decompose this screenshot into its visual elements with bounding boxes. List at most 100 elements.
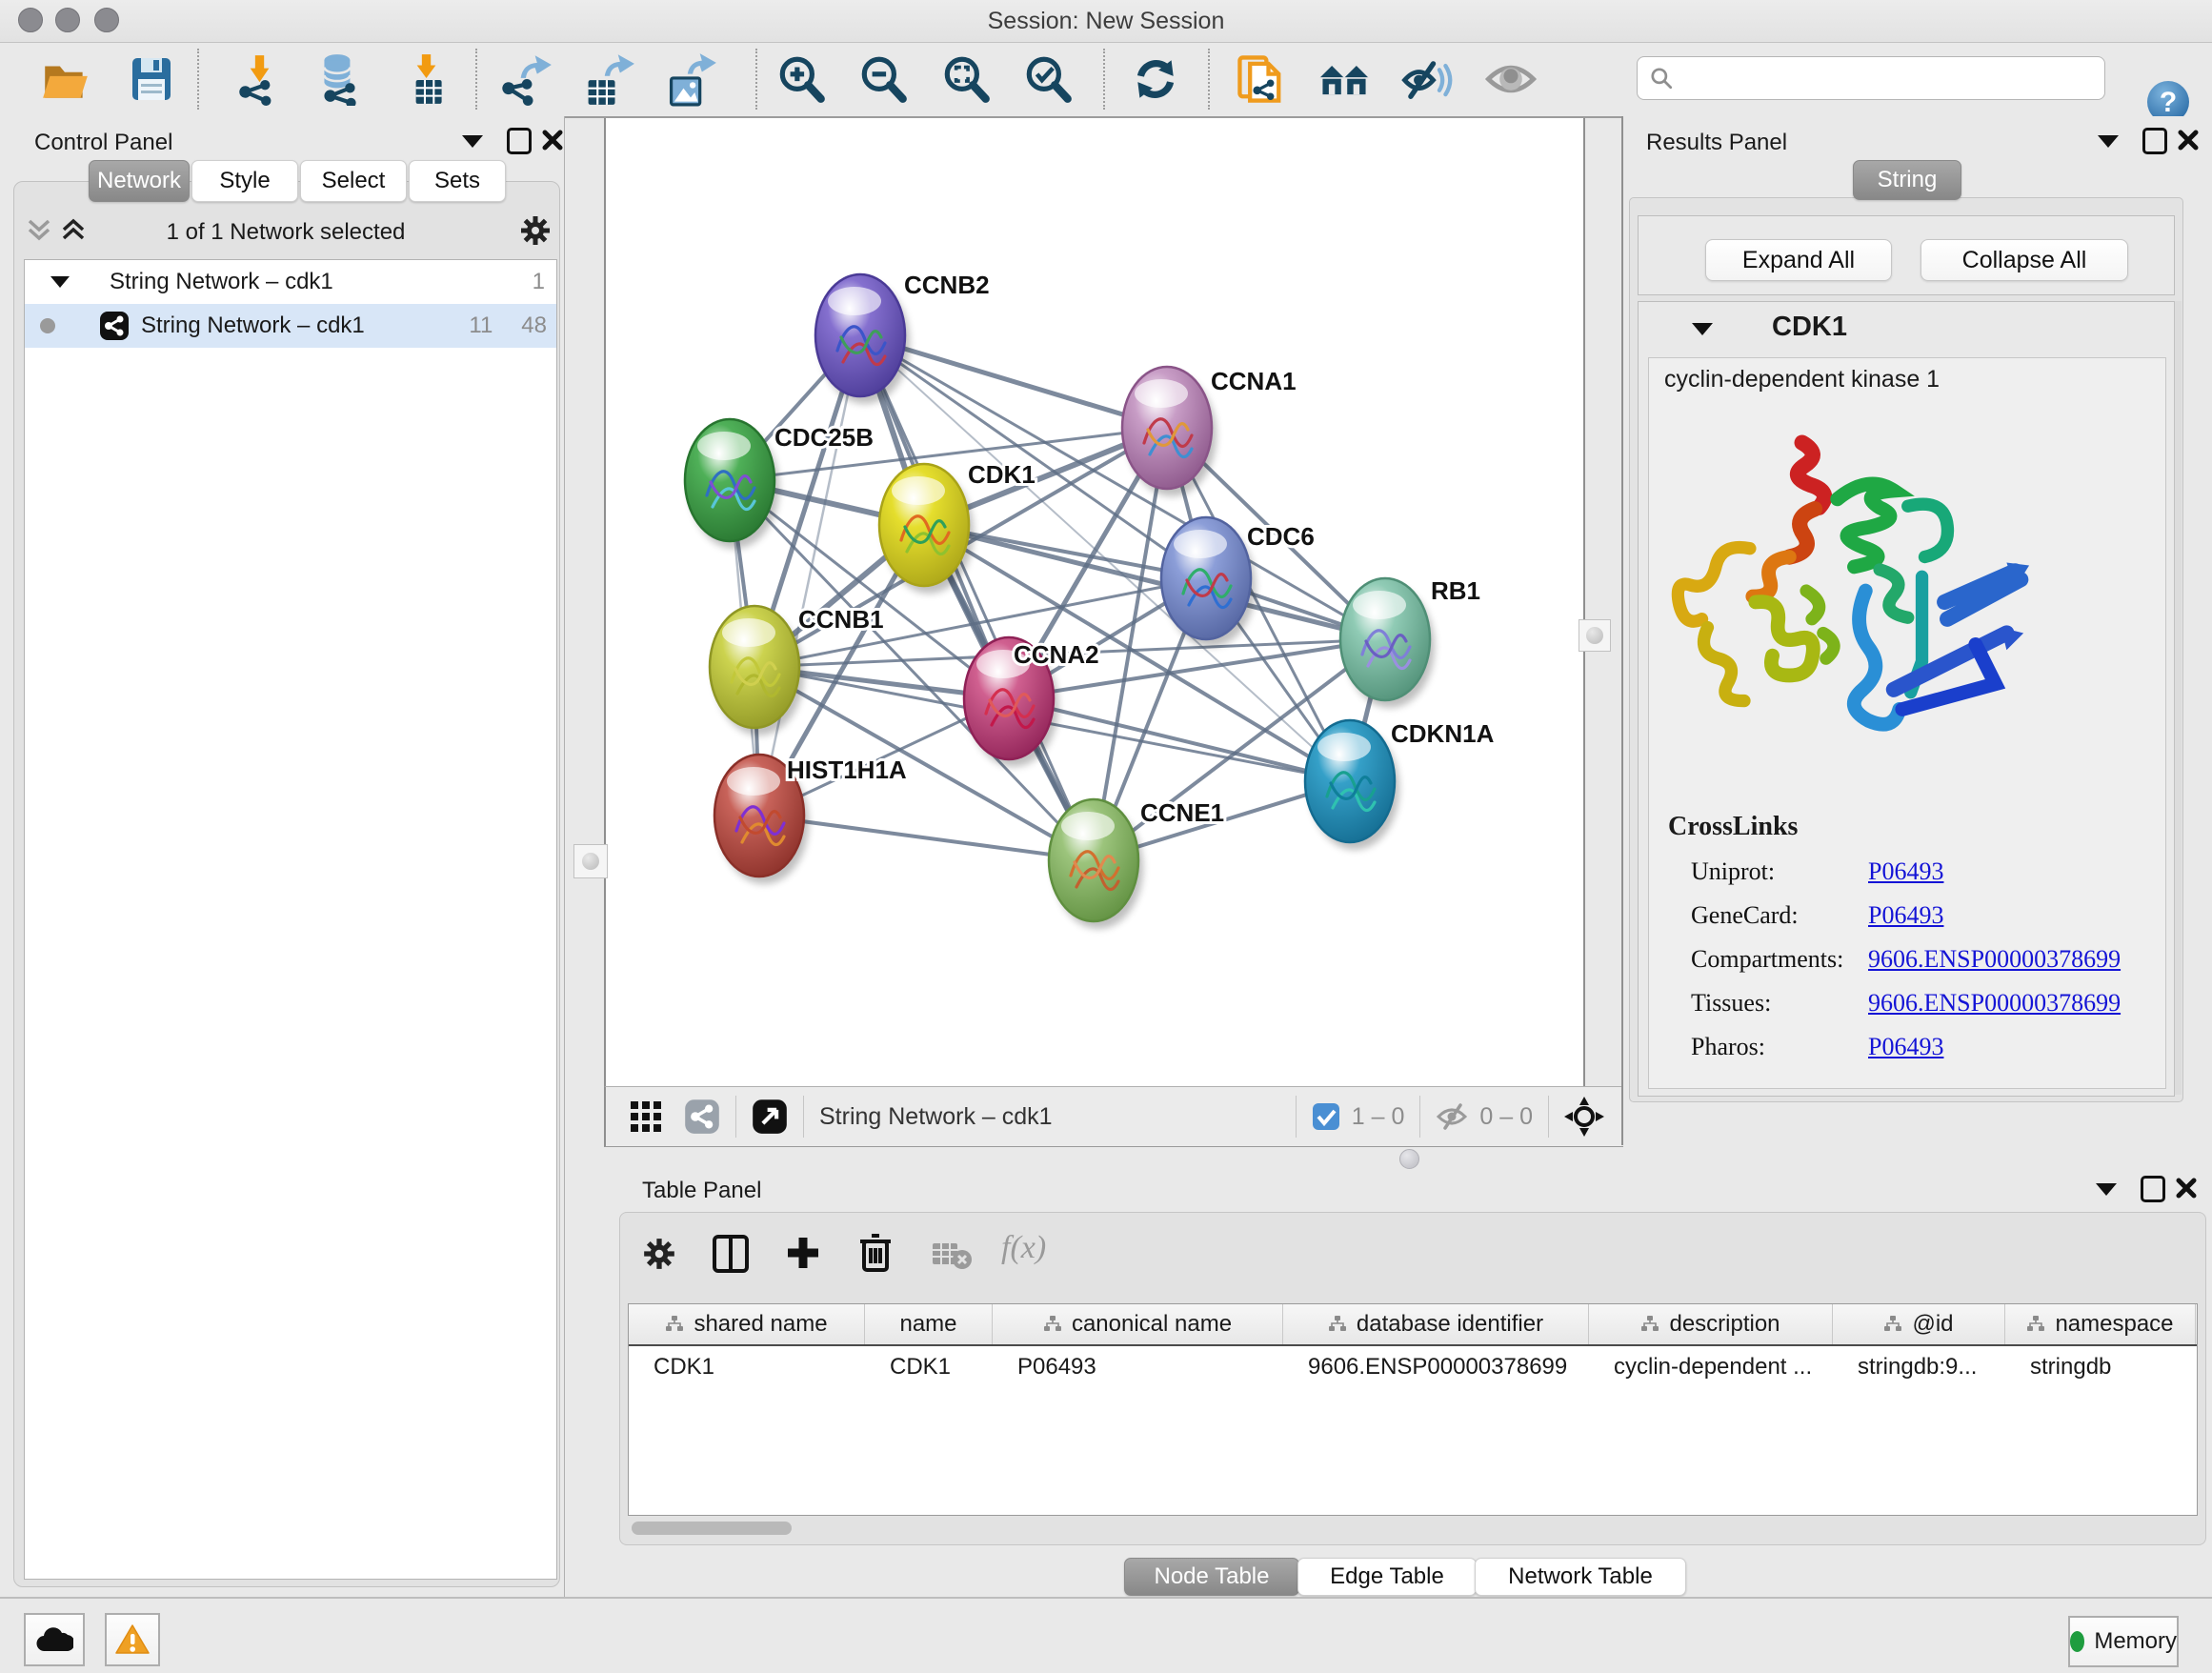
edge-HIST1H1A-CCNE1[interactable] xyxy=(759,816,1094,860)
table-row[interactable]: CDK1CDK1P064939606.ENSP00000378699cyclin… xyxy=(629,1346,2197,1388)
zoom-out-button[interactable] xyxy=(849,45,917,113)
results-panel-menu-icon[interactable] xyxy=(2098,135,2119,148)
hide-selected-button[interactable] xyxy=(1392,45,1460,113)
table-panel-close-icon[interactable] xyxy=(2175,1177,2198,1199)
table-cell[interactable]: CDK1 xyxy=(629,1346,865,1388)
crosslink-link[interactable]: P06493 xyxy=(1868,1033,1943,1061)
gene-collapse-icon[interactable] xyxy=(1692,323,1713,335)
toolbar-separator xyxy=(803,1096,804,1138)
control-panel-menu-icon[interactable] xyxy=(462,135,483,148)
table-cell[interactable]: cyclin-dependent ... xyxy=(1589,1346,1833,1388)
tab-sets[interactable]: Sets xyxy=(409,160,506,202)
node-CDK1[interactable] xyxy=(879,464,974,594)
import-network-file-button[interactable] xyxy=(225,45,293,113)
table-body: CDK1CDK1P064939606.ENSP00000378699cyclin… xyxy=(629,1346,2197,1388)
open-session-button[interactable] xyxy=(31,45,100,113)
tab-edge-table[interactable]: Edge Table xyxy=(1297,1558,1477,1596)
collection-count: 1 xyxy=(533,269,545,295)
column-type-icon xyxy=(665,1315,684,1334)
table-panel-menu-icon[interactable] xyxy=(2096,1183,2117,1196)
home-button[interactable] xyxy=(1310,45,1378,113)
expand-all-icon[interactable] xyxy=(61,215,86,244)
table-cell[interactable]: stringdb xyxy=(2005,1346,2196,1388)
column-header-name[interactable]: name xyxy=(865,1304,993,1344)
table-cell[interactable]: stringdb:9... xyxy=(1833,1346,2005,1388)
node-CCNE1[interactable] xyxy=(1049,799,1143,929)
column-header-database-identifier[interactable]: database identifier xyxy=(1283,1304,1589,1344)
node-CDKN1A[interactable] xyxy=(1305,720,1399,850)
clone-network-button[interactable] xyxy=(1227,45,1296,113)
export-network-button[interactable] xyxy=(492,45,560,113)
node-RB1[interactable] xyxy=(1340,578,1435,708)
network-row-selected[interactable]: String Network – cdk1 11 48 xyxy=(25,304,556,348)
crosslink-link[interactable]: 9606.ENSP00000378699 xyxy=(1868,989,2121,1018)
left-splitter-grip[interactable] xyxy=(573,844,608,878)
column-header--id[interactable]: @id xyxy=(1833,1304,2005,1344)
column-header-label: namespace xyxy=(2055,1311,2173,1338)
search-input[interactable] xyxy=(1637,56,2105,100)
control-panel-close-icon[interactable] xyxy=(541,129,564,151)
column-header-canonical-name[interactable]: canonical name xyxy=(993,1304,1283,1344)
tab-select[interactable]: Select xyxy=(300,160,407,202)
zoom-selected-button[interactable] xyxy=(1014,45,1082,113)
export-table-button[interactable] xyxy=(573,45,642,113)
zoom-in-button[interactable] xyxy=(767,45,835,113)
selected-checkbox-icon[interactable] xyxy=(1312,1102,1340,1131)
crosslink-link[interactable]: P06493 xyxy=(1868,901,1943,930)
zoom-fit-button[interactable] xyxy=(932,45,1000,113)
tab-style[interactable]: Style xyxy=(191,160,298,202)
collapse-all-button[interactable]: Collapse All xyxy=(1920,239,2128,281)
edge-CCNB2-HIST1H1A[interactable] xyxy=(759,335,860,816)
crosslink-link[interactable]: P06493 xyxy=(1868,857,1943,886)
memory-button[interactable]: Memory xyxy=(2068,1616,2179,1667)
pan-crosshair-icon[interactable] xyxy=(1564,1097,1604,1137)
birdseye-view-icon[interactable] xyxy=(752,1099,788,1135)
refresh-button[interactable] xyxy=(1121,45,1190,113)
add-column-icon[interactable] xyxy=(784,1234,822,1272)
column-type-icon xyxy=(1328,1315,1347,1334)
import-network-database-button[interactable] xyxy=(305,45,373,113)
table-cell[interactable]: P06493 xyxy=(993,1346,1283,1388)
export-image-button[interactable] xyxy=(656,45,725,113)
table-panel-float-icon[interactable] xyxy=(2141,1176,2165,1202)
table-settings-gear-icon[interactable] xyxy=(641,1236,677,1272)
network-options-gear-icon[interactable] xyxy=(518,213,553,248)
tree-expand-icon[interactable] xyxy=(50,276,70,288)
network-view-icon[interactable] xyxy=(684,1099,720,1135)
results-panel-float-icon[interactable] xyxy=(2142,128,2167,154)
results-panel-close-icon[interactable] xyxy=(2177,129,2200,151)
tab-node-table[interactable]: Node Table xyxy=(1124,1558,1299,1596)
table-cell[interactable]: 9606.ENSP00000378699 xyxy=(1283,1346,1589,1388)
node-gloss xyxy=(722,618,775,647)
network-collection-row[interactable]: String Network – cdk1 1 xyxy=(25,260,556,304)
grid-view-icon[interactable] xyxy=(629,1099,663,1134)
column-header-label: shared name xyxy=(694,1311,827,1338)
save-session-button[interactable] xyxy=(117,45,186,113)
expand-all-button[interactable]: Expand All xyxy=(1705,239,1892,281)
node-CCNB2[interactable] xyxy=(815,274,910,404)
column-header-shared-name[interactable]: shared name xyxy=(629,1304,865,1344)
node-CCNB1[interactable] xyxy=(710,606,804,736)
toolbar-separator xyxy=(1208,49,1210,110)
table-cell[interactable]: CDK1 xyxy=(865,1346,993,1388)
refresh-icon xyxy=(1129,52,1182,106)
cloud-status-button[interactable] xyxy=(24,1613,85,1666)
import-table-button[interactable] xyxy=(392,45,460,113)
table-hscrollbar-thumb[interactable] xyxy=(632,1522,792,1535)
tab-string-results[interactable]: String xyxy=(1853,160,1961,200)
crosslink-link[interactable]: 9606.ENSP00000378699 xyxy=(1868,945,2121,974)
column-header-description[interactable]: description xyxy=(1589,1304,1833,1344)
show-all-button[interactable] xyxy=(1477,45,1545,113)
node-CDC6[interactable] xyxy=(1161,517,1256,647)
delete-column-icon[interactable] xyxy=(856,1232,895,1274)
column-header-namespace[interactable]: namespace xyxy=(2005,1304,2196,1344)
results-scrollbar[interactable] xyxy=(2174,301,2182,1095)
right-splitter-grip[interactable] xyxy=(1579,619,1611,652)
collapse-all-icon[interactable] xyxy=(27,215,51,244)
tab-network[interactable]: Network xyxy=(89,160,190,202)
tab-network-table[interactable]: Network Table xyxy=(1475,1558,1686,1596)
show-columns-icon[interactable] xyxy=(712,1234,750,1274)
control-panel-float-icon[interactable] xyxy=(507,128,532,154)
horizontal-splitter-grip[interactable] xyxy=(1399,1149,1419,1169)
warnings-button[interactable] xyxy=(105,1613,160,1666)
